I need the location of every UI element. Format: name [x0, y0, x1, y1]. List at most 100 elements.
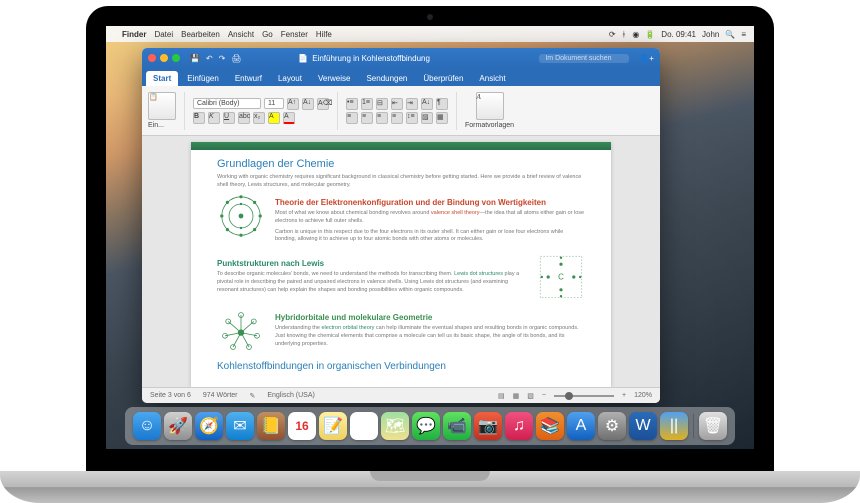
shading-icon[interactable]: ▨ — [421, 112, 433, 124]
clear-format-icon[interactable]: A⌫ — [317, 98, 329, 110]
styles-button[interactable]: A — [476, 92, 504, 120]
messages-icon[interactable]: 💬 — [412, 412, 440, 440]
appstore-icon[interactable]: A — [567, 412, 595, 440]
itunes-icon[interactable]: ♫ — [505, 412, 533, 440]
zoom-button[interactable] — [172, 54, 180, 62]
status-spellcheck-icon[interactable]: ✎ — [250, 392, 256, 400]
launchpad-icon[interactable]: 🚀 — [164, 412, 192, 440]
trash-icon[interactable]: 🗑 — [699, 412, 727, 440]
status-language[interactable]: Englisch (USA) — [267, 392, 314, 399]
reminders-icon[interactable]: ☑ — [350, 412, 378, 440]
view-print-icon[interactable]: ▤ — [498, 392, 505, 400]
underline-button[interactable]: U — [223, 112, 235, 124]
justify-icon[interactable]: ≡ — [391, 112, 403, 124]
view-web-icon[interactable]: ▦ — [513, 392, 520, 400]
spotlight-icon[interactable]: 🔍 — [725, 30, 735, 39]
finder-icon[interactable]: ☺ — [133, 412, 161, 440]
share-icon[interactable]: 👤+ — [639, 54, 654, 63]
menubar-app-name[interactable]: Finder — [122, 30, 146, 39]
bluetooth-icon[interactable]: ᚼ — [622, 30, 627, 39]
redo-icon[interactable]: ↷ — [219, 54, 226, 63]
line-spacing-icon[interactable]: ↕≡ — [406, 112, 418, 124]
font-size-select[interactable]: 11 — [264, 98, 284, 109]
ibooks-icon[interactable]: 📚 — [536, 412, 564, 440]
font-color-icon[interactable]: A — [283, 112, 295, 124]
sync-icon[interactable]: ⟳ — [609, 30, 616, 39]
paragraph: Carbon is unique in this respect due to … — [275, 229, 585, 244]
numbering-icon[interactable]: 1≡ — [361, 98, 373, 110]
status-words[interactable]: 974 Wörter — [203, 392, 238, 399]
tab-references[interactable]: Verweise — [311, 71, 357, 86]
minimize-button[interactable] — [160, 54, 168, 62]
menubar-item[interactable]: Datei — [154, 30, 173, 39]
paragraph: To describe organic molecules' bonds, we… — [217, 271, 527, 294]
zoom-percent[interactable]: 120% — [634, 392, 652, 399]
multilevel-icon[interactable]: ⊟ — [376, 98, 388, 110]
notes-icon[interactable]: 📝 — [319, 412, 347, 440]
notification-center-icon[interactable]: ≡ — [741, 30, 746, 39]
grow-font-icon[interactable]: A↑ — [287, 98, 299, 110]
dock-separator — [693, 414, 694, 438]
italic-button[interactable]: K — [208, 112, 220, 124]
bold-button[interactable]: B — [193, 112, 205, 124]
align-right-icon[interactable]: ≡ — [376, 112, 388, 124]
sort-icon[interactable]: A↓ — [421, 98, 433, 110]
pilcrow-icon[interactable]: ¶ — [436, 98, 448, 110]
menubar-item[interactable]: Bearbeiten — [181, 30, 220, 39]
align-center-icon[interactable]: ≡ — [361, 112, 373, 124]
maps-icon[interactable]: 🗺 — [381, 412, 409, 440]
close-button[interactable] — [148, 54, 156, 62]
undo-icon[interactable]: ↶ — [206, 54, 213, 63]
menubar-item[interactable]: Ansicht — [228, 30, 254, 39]
tab-start[interactable]: Start — [146, 71, 178, 86]
safari-icon[interactable]: 🧭 — [195, 412, 223, 440]
document-page[interactable]: Grundlagen der Chemie Working with organ… — [191, 142, 611, 387]
indent-left-icon[interactable]: ⇤ — [391, 98, 403, 110]
page-header-banner — [191, 142, 611, 150]
preferences-icon[interactable]: ⚙ — [598, 412, 626, 440]
mail-icon[interactable]: ✉ — [226, 412, 254, 440]
word-app-window: 💾 ↶ ↷ 🖨 📄 Einführung in Kohlenstoffbindu… — [142, 48, 660, 403]
tab-insert[interactable]: Einfügen — [180, 71, 226, 86]
menubar-item[interactable]: Go — [262, 30, 273, 39]
print-icon[interactable]: 🖨 — [231, 54, 241, 63]
paste-button[interactable]: 📋 — [148, 92, 176, 120]
shrink-font-icon[interactable]: A↓ — [302, 98, 314, 110]
hybrid-orbital-diagram — [217, 307, 265, 355]
word-icon[interactable]: W — [629, 412, 657, 440]
save-icon[interactable]: 💾 — [190, 54, 200, 63]
menubar-clock[interactable]: Do. 09:41 — [661, 30, 696, 39]
menubar-user[interactable]: John — [702, 30, 719, 39]
tab-design[interactable]: Entwurf — [228, 71, 269, 86]
view-outline-icon[interactable]: ▧ — [527, 392, 534, 400]
align-left-icon[interactable]: ≡ — [346, 112, 358, 124]
menubar-item[interactable]: Hilfe — [316, 30, 332, 39]
tab-review[interactable]: Überprüfen — [416, 71, 470, 86]
zoom-slider[interactable] — [554, 395, 614, 397]
zoom-in-icon[interactable]: + — [622, 392, 626, 399]
contacts-icon[interactable]: 📒 — [257, 412, 285, 440]
document-area[interactable]: Grundlagen der Chemie Working with organ… — [142, 136, 660, 387]
highlight-icon[interactable]: A — [268, 112, 280, 124]
calendar-icon[interactable]: 16 — [288, 412, 316, 440]
search-input[interactable]: Im Dokument suchen — [539, 54, 629, 63]
heading-1: Grundlagen der Chemie — [217, 158, 585, 170]
battery-icon[interactable]: 🔋 — [645, 30, 655, 39]
paragraph: Most of what we know about chemical bond… — [275, 210, 585, 225]
tab-layout[interactable]: Layout — [271, 71, 309, 86]
tab-view[interactable]: Ansicht — [472, 71, 512, 86]
menubar-item[interactable]: Fenster — [281, 30, 308, 39]
font-name-select[interactable]: Calibri (Body) — [193, 98, 261, 109]
subscript-icon[interactable]: x₂ — [253, 112, 265, 124]
tab-mailings[interactable]: Sendungen — [359, 71, 414, 86]
strikethrough-icon[interactable]: abc — [238, 112, 250, 124]
facetime-icon[interactable]: 📹 — [443, 412, 471, 440]
zoom-out-icon[interactable]: − — [542, 392, 546, 399]
photobooth-icon[interactable]: 📷 — [474, 412, 502, 440]
borders-icon[interactable]: ▦ — [436, 112, 448, 124]
parallels-icon[interactable]: || — [660, 412, 688, 440]
wifi-icon[interactable]: ◉ — [632, 30, 639, 39]
indent-right-icon[interactable]: ⇥ — [406, 98, 418, 110]
bullets-icon[interactable]: •≡ — [346, 98, 358, 110]
status-page[interactable]: Seite 3 von 6 — [150, 392, 191, 399]
